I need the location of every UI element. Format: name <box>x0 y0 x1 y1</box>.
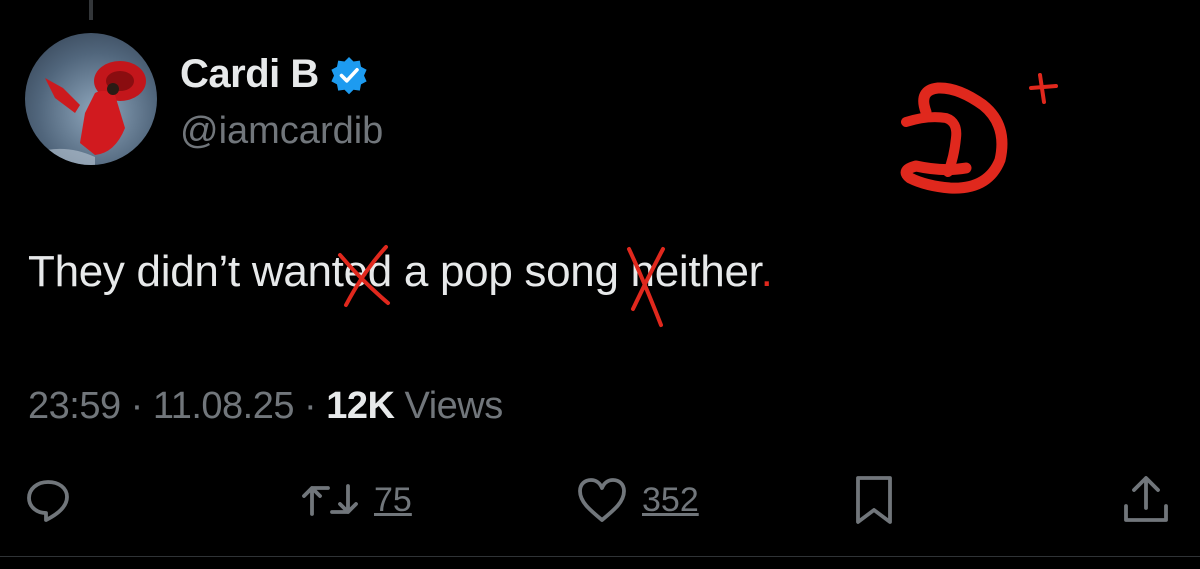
grade-annotation <box>900 73 1058 194</box>
retweet-icon <box>302 484 358 516</box>
bookmark-icon <box>856 476 892 524</box>
avatar[interactable] <box>25 33 157 165</box>
tweet-actions: 75 352 <box>0 470 1200 540</box>
tweet-time[interactable]: 23:59 <box>28 385 121 427</box>
avatar-image <box>35 61 146 165</box>
struck-text-n-letter: n <box>630 247 655 296</box>
like-icon <box>578 478 626 522</box>
tweet-date[interactable]: 11.08.25 <box>153 385 295 427</box>
divider <box>0 556 1200 557</box>
tweet-text: They didn’t wanted a pop song n either. <box>28 245 773 327</box>
views-count: 12K <box>326 385 395 427</box>
meta-separator: · <box>293 385 327 427</box>
struck-text-ed: ed <box>337 245 393 307</box>
display-name[interactable]: Cardi B <box>180 52 369 97</box>
tweet-text-part1: They didn’t want <box>28 247 344 296</box>
retweet-count: 75 <box>374 480 412 519</box>
user-handle[interactable]: @iamcardib <box>180 110 383 153</box>
share-icon <box>1124 476 1168 522</box>
struck-text-ed-letters: ed <box>343 247 393 296</box>
retweet-button[interactable]: 75 <box>300 470 412 530</box>
display-name-text: Cardi B <box>180 52 319 96</box>
reply-icon <box>27 480 69 522</box>
struck-text-n: n <box>626 247 665 327</box>
meta-separator: · <box>120 385 153 427</box>
bookmark-button[interactable] <box>852 470 910 530</box>
verified-badge-icon <box>331 56 367 94</box>
like-button[interactable]: 352 <box>576 470 699 530</box>
tweet-meta: 23:59 · 11.08.25 · 12K Views <box>28 385 503 428</box>
red-period: . <box>760 247 773 296</box>
reply-button[interactable] <box>24 470 86 530</box>
tweet-text-part3: either <box>654 247 761 296</box>
share-button[interactable] <box>1120 470 1186 530</box>
tweet-text-part2: a pop song <box>391 247 631 296</box>
views-label: Views <box>394 385 504 427</box>
thread-line <box>89 0 93 20</box>
like-count: 352 <box>642 480 699 519</box>
